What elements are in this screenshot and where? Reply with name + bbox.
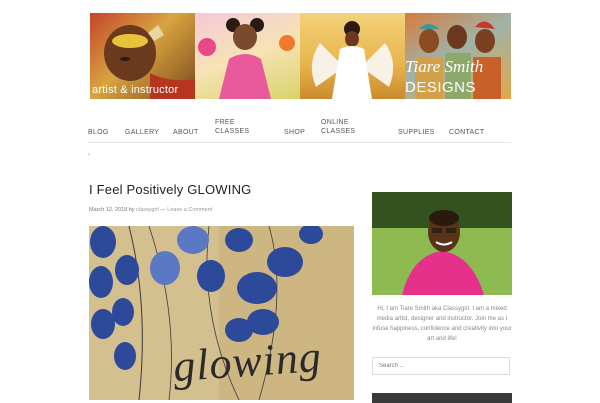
- meta-separator: —: [160, 207, 166, 213]
- nav-item-about[interactable]: ABOUT: [173, 128, 199, 137]
- post-date: March 12, 2018: [89, 207, 128, 213]
- artwork-panel-woman-red: artist & instructor: [90, 13, 195, 99]
- sidebar-secondary-image[interactable]: [372, 393, 512, 403]
- glowing-script-text: glowing: [171, 331, 324, 392]
- nav-item-gallery[interactable]: GALLERY: [125, 128, 159, 137]
- nav-item-online-classes[interactable]: ONLINE CLASSES: [321, 118, 361, 136]
- angel-illustration: [311, 21, 394, 99]
- nav-item-supplies[interactable]: SUPPLIES: [398, 128, 435, 137]
- header-banner[interactable]: artist & instructor Tiare Smith DESIGNS: [90, 13, 511, 99]
- brand-logo-text: Tiare Smith DESIGNS: [405, 57, 507, 97]
- brand-suffix: DESIGNS: [405, 79, 477, 96]
- author-profile-photo[interactable]: [372, 192, 512, 295]
- nav-item-contact[interactable]: CONTACT: [449, 128, 484, 137]
- submenu-arrow-icon[interactable]: ‹: [88, 152, 90, 158]
- nav-item-free-classes[interactable]: FREE CLASSES: [215, 118, 255, 136]
- post-author-link[interactable]: classygirl: [136, 207, 159, 213]
- sidebar-search-input[interactable]: [372, 357, 510, 375]
- girl-pink-dress-illustration: [198, 18, 295, 99]
- post-meta: March 12, 2018 by classygirl — Leave a C…: [89, 207, 212, 213]
- leave-comment-link[interactable]: Leave a Comment: [167, 207, 212, 213]
- post-title[interactable]: I Feel Positively GLOWING: [89, 182, 251, 197]
- header-tagline: artist & instructor: [92, 84, 179, 96]
- nav-item-blog[interactable]: BLOG: [88, 128, 109, 137]
- woman-in-pink-photo: [372, 192, 512, 295]
- post-by: by: [128, 207, 135, 213]
- nav-item-shop[interactable]: SHOP: [284, 128, 305, 137]
- main-navigation: BLOG GALLERY ABOUT FREE CLASSES SHOP ONL…: [88, 118, 511, 143]
- author-bio: Hi, I am Tiare Smith aka Classygirl. I a…: [372, 306, 512, 342]
- artwork-panel-three-women: Tiare Smith DESIGNS: [405, 13, 511, 99]
- post-featured-image[interactable]: glowing: [89, 226, 354, 400]
- artwork-panel-girl-pink: [195, 13, 300, 99]
- artwork-panel-angel: [300, 13, 405, 99]
- brand-name: Tiare Smith: [405, 57, 484, 76]
